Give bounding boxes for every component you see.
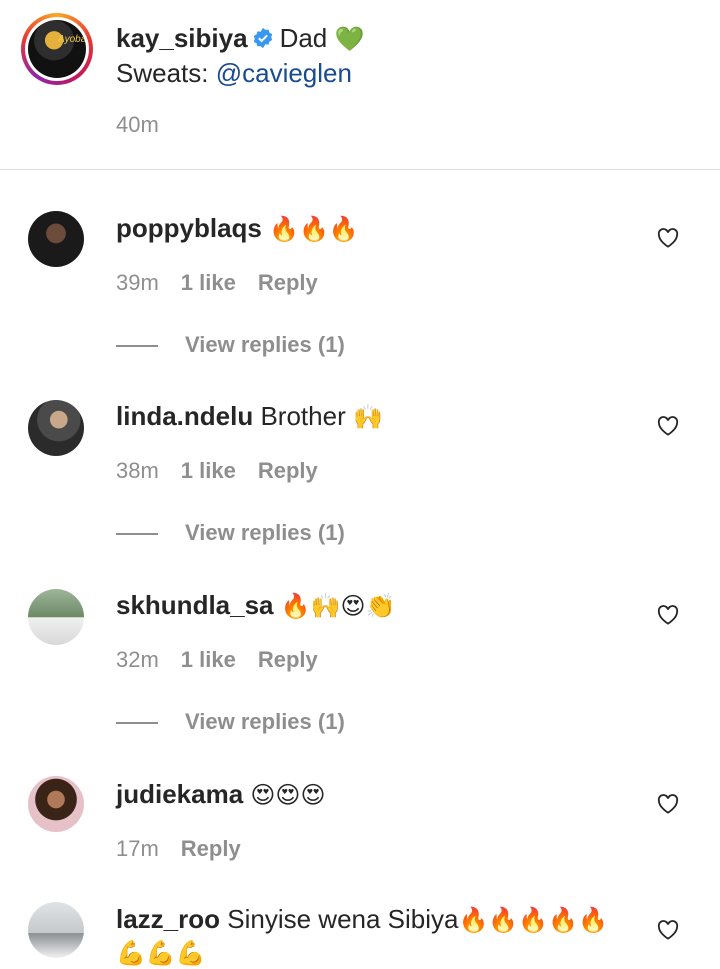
comment-username[interactable]: lazz_roo — [116, 904, 220, 934]
heart-outline-icon[interactable] — [657, 605, 679, 625]
caption-line-1: kay_sibiya Dad 💚 — [116, 22, 364, 55]
caption-username[interactable]: kay_sibiya — [116, 23, 248, 53]
comment-emojis: 🔥🔥🔥 — [269, 215, 359, 243]
comment-text: linda.ndelu Brother 🙌 — [116, 400, 383, 433]
comment-likes[interactable]: 1 like — [181, 647, 236, 672]
comment-meta: 39m 1 like Reply — [116, 270, 318, 296]
comment-time: 39m — [116, 270, 159, 295]
replies-line — [116, 722, 158, 724]
comment-text: poppyblaqs 🔥🔥🔥 — [116, 212, 359, 245]
heart-outline-icon[interactable] — [657, 920, 679, 940]
caption-divider — [0, 169, 720, 170]
commenter-avatar[interactable] — [28, 589, 84, 645]
green-heart-emoji: 💚 — [334, 25, 365, 53]
commenter-avatar[interactable] — [28, 776, 84, 832]
reply-button[interactable]: Reply — [258, 647, 318, 672]
reply-button[interactable]: Reply — [258, 270, 318, 295]
reply-button[interactable]: Reply — [258, 458, 318, 483]
comment-emojis: 🙌 — [352, 403, 383, 431]
replies-line — [116, 533, 158, 535]
comment-username[interactable]: poppyblaqs — [116, 213, 262, 243]
comment-emojis: 😍😍😍 — [250, 781, 326, 809]
reply-button[interactable]: Reply — [181, 836, 241, 861]
comment-text: judiekama 😍😍😍 — [116, 778, 325, 811]
verified-badge-icon — [253, 27, 272, 49]
comment-time: 38m — [116, 458, 159, 483]
caption-mention-link[interactable]: @cavieglen — [216, 58, 352, 88]
comment-emojis-line-2: 💪💪💪 — [116, 939, 206, 967]
commenter-avatar[interactable] — [28, 211, 84, 267]
caption-line-2: Sweats: @cavieglen — [116, 57, 352, 89]
view-replies-button[interactable]: View replies (1) — [116, 332, 345, 358]
comment-time: 17m — [116, 836, 159, 861]
caption-sweats-label: Sweats: — [116, 58, 216, 88]
caption-timestamp: 40m — [116, 112, 159, 137]
view-replies-label: View replies (1) — [185, 709, 345, 734]
comment-body: Sinyise wena Sibiya — [227, 904, 459, 934]
comment-text: lazz_roo Sinyise wena Sibiya🔥🔥🔥🔥🔥 — [116, 903, 608, 936]
comment-likes[interactable]: 1 like — [181, 270, 236, 295]
comment-username[interactable]: judiekama — [116, 779, 243, 809]
comment-likes[interactable]: 1 like — [181, 458, 236, 483]
comment-emojis: 🔥🙌😍👏 — [280, 592, 396, 620]
comment-meta: 38m 1 like Reply — [116, 458, 318, 484]
post-caption: Ayoba kay_sibiya Dad 💚 Sweats: @cavieglen… — [0, 0, 720, 170]
commenter-avatar[interactable] — [28, 400, 84, 456]
view-replies-label: View replies (1) — [185, 520, 345, 545]
view-replies-button[interactable]: View replies (1) — [116, 709, 345, 735]
heart-outline-icon[interactable] — [657, 228, 679, 248]
heart-outline-icon[interactable] — [657, 416, 679, 436]
replies-line — [116, 345, 158, 347]
comment-body: Brother — [260, 401, 346, 431]
comment-text-line-2: 💪💪💪 — [116, 936, 206, 969]
comment-time: 32m — [116, 647, 159, 672]
comment-meta: 17m Reply — [116, 836, 241, 862]
comment-meta: 32m 1 like Reply — [116, 647, 318, 673]
comment-text: skhundla_sa 🔥🙌😍👏 — [116, 589, 395, 622]
heart-outline-icon[interactable] — [657, 794, 679, 814]
author-avatar[interactable]: Ayoba — [21, 13, 93, 85]
comment-emojis: 🔥🔥🔥🔥🔥 — [458, 906, 608, 934]
view-replies-label: View replies (1) — [185, 332, 345, 357]
caption-text: Dad — [279, 23, 328, 53]
comment-username[interactable]: linda.ndelu — [116, 401, 253, 431]
comment-username[interactable]: skhundla_sa — [116, 590, 274, 620]
view-replies-button[interactable]: View replies (1) — [116, 520, 345, 546]
commenter-avatar[interactable] — [28, 902, 84, 958]
